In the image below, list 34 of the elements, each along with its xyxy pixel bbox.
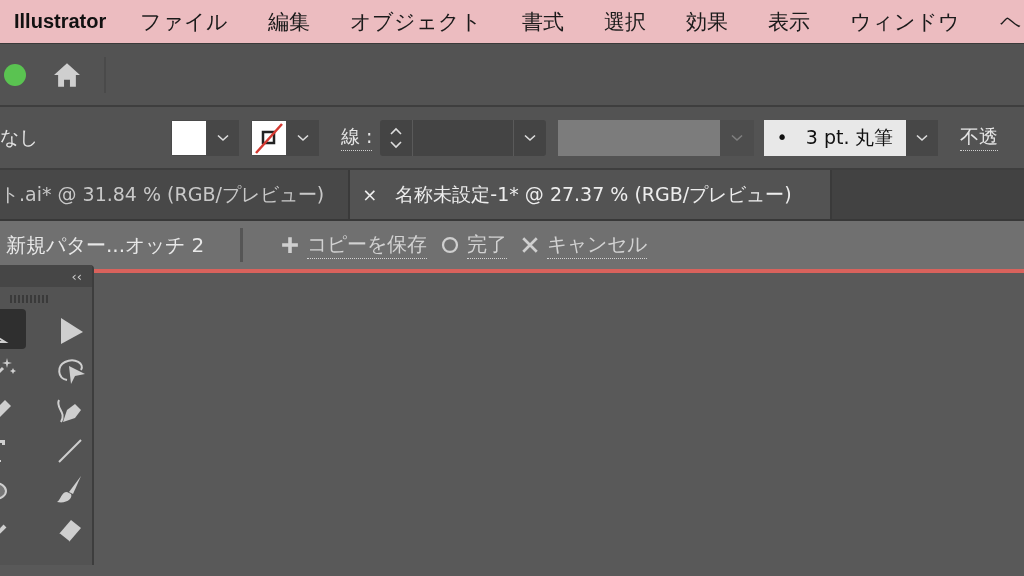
menu-item[interactable]: オブジェクト	[350, 7, 483, 36]
menu-item[interactable]: 編集	[268, 7, 311, 36]
home-icon[interactable]	[52, 61, 82, 88]
breadcrumb[interactable]: 新規パター...オッチ 2	[6, 231, 205, 259]
circle-icon[interactable]	[441, 236, 460, 254]
plus-icon[interactable]	[281, 236, 300, 254]
menu-item[interactable]: 書式	[522, 7, 565, 36]
tab-title: ト.ai* @ 31.84 % (RGB/プレビュー)	[0, 181, 325, 207]
menu-item[interactable]: 効果	[686, 7, 729, 36]
stroke-weight-field[interactable]	[380, 119, 547, 156]
caret-icon[interactable]	[524, 133, 537, 142]
opacity-label[interactable]: 不透	[959, 124, 998, 151]
menu-item[interactable]: ヘ	[1000, 7, 1023, 36]
stroke-label[interactable]: 線 :	[341, 124, 373, 151]
caret-icon[interactable]	[297, 133, 309, 142]
fill-swatch[interactable]	[172, 120, 206, 155]
menu-item[interactable]: ファイル	[140, 7, 229, 36]
stroke-swatch[interactable]	[252, 120, 286, 155]
document-tab[interactable]: ト.ai* @ 31.84 % (RGB/プレビュー)	[0, 170, 351, 219]
fill-label: なし	[0, 124, 38, 150]
app-menu[interactable]: Illustrator	[14, 10, 107, 33]
caret-icon[interactable]	[915, 133, 928, 142]
close-tab-button[interactable]: ×	[362, 184, 378, 205]
panel-grip-icon[interactable]	[10, 295, 48, 303]
window-zoom-button[interactable]	[4, 63, 26, 86]
menu-item[interactable]: 表示	[768, 7, 811, 36]
collapse-button[interactable]: ‹‹	[71, 268, 82, 284]
menu-item[interactable]: ウィンドウ	[850, 7, 961, 36]
brush-field[interactable]: • 3 pt. 丸筆	[764, 119, 906, 156]
tab-title: 名称未設定-1* @ 27.37 % (RGB/プレビュー)	[395, 181, 792, 207]
close-icon[interactable]	[521, 236, 540, 254]
menu-item[interactable]: 選択	[604, 7, 647, 36]
document-tab[interactable]: × 名称未設定-1* @ 27.37 % (RGB/プレビュー)	[350, 170, 833, 219]
caret-icon[interactable]	[217, 133, 229, 142]
